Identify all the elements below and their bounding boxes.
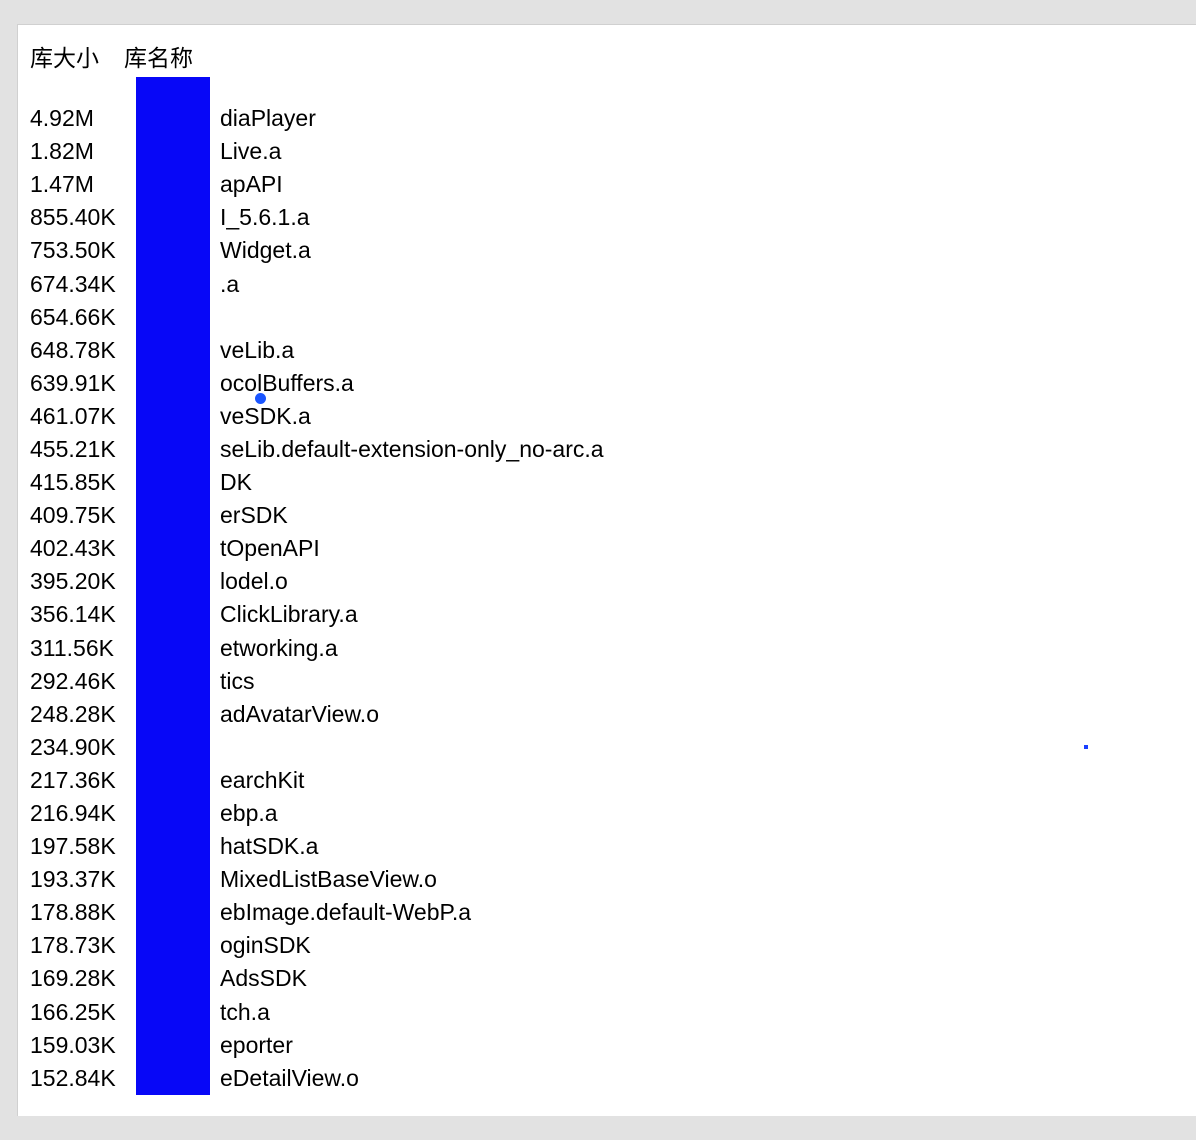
library-table-window: 库大小 库名称 4.92M diaPlayer 1.82M Live.a 1.47M ap…	[17, 24, 1196, 1116]
cell-name: tch.a	[220, 999, 270, 1026]
cell-size: 4.92M	[30, 105, 150, 132]
cell-size: 855.40K	[30, 204, 150, 231]
cell-size: 169.28K	[30, 965, 150, 992]
cell-name: earchKit	[220, 767, 304, 794]
cell-size: 216.94K	[30, 800, 150, 827]
redaction-block	[136, 77, 210, 1095]
cell-size: 753.50K	[30, 237, 150, 264]
cell-size: 178.73K	[30, 932, 150, 959]
cell-name: eporter	[220, 1032, 293, 1059]
cell-name: seLib.default-extension-only_no-arc.a	[220, 436, 604, 463]
cell-name: .a	[220, 271, 239, 298]
cell-size: 234.90K	[30, 734, 150, 761]
cell-name: etworking.a	[220, 635, 338, 662]
table-body: 4.92M diaPlayer 1.82M Live.a 1.47M apAPI 855.4…	[18, 77, 1196, 1095]
cell-name: veSDK.a	[220, 403, 311, 430]
cell-size: 1.82M	[30, 138, 150, 165]
cell-size: 248.28K	[30, 701, 150, 728]
cell-size: 402.43K	[30, 535, 150, 562]
cell-size: 166.25K	[30, 999, 150, 1026]
cell-name: oginSDK	[220, 932, 311, 959]
marker-dot-icon	[255, 393, 266, 404]
column-header-size[interactable]: 库大小	[30, 39, 108, 77]
cell-size: 395.20K	[30, 568, 150, 595]
cell-name: veLib.a	[220, 337, 294, 364]
cell-size: 292.46K	[30, 668, 150, 695]
cell-name: DK	[220, 469, 252, 496]
cell-size: 455.21K	[30, 436, 150, 463]
cell-size: 409.75K	[30, 502, 150, 529]
small-dot-icon	[1084, 745, 1088, 749]
cell-name: ebImage.default-WebP.a	[220, 899, 471, 926]
cell-name: Widget.a	[220, 237, 311, 264]
cell-name: I_5.6.1.a	[220, 204, 310, 231]
cell-size: 217.36K	[30, 767, 150, 794]
cell-name: hatSDK.a	[220, 833, 318, 860]
cell-size: 1.47M	[30, 171, 150, 198]
cell-name: MixedListBaseView.o	[220, 866, 437, 893]
cell-name: ocolBuffers.a	[220, 370, 354, 397]
cell-size: 415.85K	[30, 469, 150, 496]
cell-name: diaPlayer	[220, 105, 316, 132]
cell-name: ebp.a	[220, 800, 278, 827]
cell-name: tOpenAPI	[220, 535, 320, 562]
cell-size: 159.03K	[30, 1032, 150, 1059]
cell-name: adAvatarView.o	[220, 701, 379, 728]
cell-size: 311.56K	[30, 635, 150, 662]
cell-name: apAPI	[220, 171, 283, 198]
cell-size: 461.07K	[30, 403, 150, 430]
cell-size: 648.78K	[30, 337, 150, 364]
column-header-name[interactable]: 库名称	[124, 39, 193, 77]
cell-size: 152.84K	[30, 1065, 150, 1092]
table-header-row: 库大小 库名称	[18, 25, 1196, 77]
table-body-wrapper: 4.92M diaPlayer 1.82M Live.a 1.47M apAPI 855.4…	[18, 77, 1196, 1095]
cell-name: ClickLibrary.a	[220, 601, 358, 628]
cell-name: Live.a	[220, 138, 281, 165]
cell-size: 674.34K	[30, 271, 150, 298]
cell-size: 654.66K	[30, 304, 150, 331]
cell-size: 178.88K	[30, 899, 150, 926]
cell-name: eDetailView.o	[220, 1065, 359, 1092]
cell-size: 356.14K	[30, 601, 150, 628]
cell-size: 193.37K	[30, 866, 150, 893]
cell-name: erSDK	[220, 502, 288, 529]
cell-name: lodel.o	[220, 568, 288, 595]
cell-name: tics	[220, 668, 255, 695]
cell-size: 197.58K	[30, 833, 150, 860]
cell-size: 639.91K	[30, 370, 150, 397]
cell-name: AdsSDK	[220, 965, 307, 992]
